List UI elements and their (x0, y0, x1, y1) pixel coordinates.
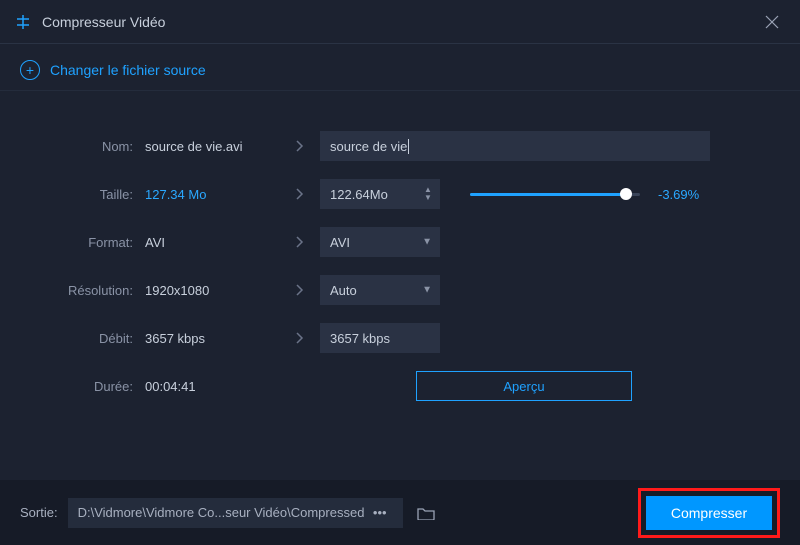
current-name: source de vie.avi (145, 139, 280, 154)
current-duration: 00:04:41 (145, 379, 280, 394)
bitrate-input[interactable]: 3657 kbps (320, 323, 440, 353)
form-area: Nom: source de vie.avi source de vie Tai… (0, 91, 800, 439)
titlebar: Compresseur Vidéo (0, 0, 800, 44)
size-input[interactable]: 122.64Mo ▲ ▼ (320, 179, 440, 209)
size-slider[interactable] (470, 193, 640, 196)
size-percent: -3.69% (658, 187, 699, 202)
current-size: 127.34 Mo (145, 187, 280, 202)
row-name: Nom: source de vie.avi source de vie (50, 131, 750, 161)
row-resolution: Résolution: 1920x1080 Auto ▼ (50, 275, 750, 305)
bottombar: Sortie: D:\Vidmore\Vidmore Co...seur Vid… (0, 480, 800, 545)
row-size: Taille: 127.34 Mo 122.64Mo ▲ ▼ -3.69% (50, 179, 750, 209)
chevron-down-icon: ▼ (422, 237, 432, 248)
current-bitrate: 3657 kbps (145, 331, 280, 346)
chevron-right-icon (280, 236, 320, 248)
preview-button[interactable]: Aperçu (416, 371, 632, 401)
label-name: Nom: (50, 139, 145, 154)
bitrate-input-text: 3657 kbps (330, 331, 390, 346)
output-path-box[interactable]: D:\Vidmore\Vidmore Co...seur Vidéo\Compr… (68, 498, 403, 528)
row-bitrate: Débit: 3657 kbps 3657 kbps (50, 323, 750, 353)
slider-handle[interactable] (620, 188, 632, 200)
size-input-text: 122.64Mo (330, 187, 388, 202)
output-label: Sortie: (20, 505, 58, 520)
close-button[interactable] (758, 8, 786, 36)
current-format: AVI (145, 235, 280, 250)
current-resolution: 1920x1080 (145, 283, 280, 298)
chevron-right-icon (280, 284, 320, 296)
compress-button-label: Compresser (671, 505, 747, 521)
spinner-down-icon[interactable]: ▼ (420, 194, 436, 202)
label-size: Taille: (50, 187, 145, 202)
change-source-label: Changer le fichier source (50, 62, 206, 78)
name-input[interactable]: source de vie (320, 131, 710, 161)
output-path-text: D:\Vidmore\Vidmore Co...seur Vidéo\Compr… (78, 505, 367, 520)
size-spinner[interactable]: ▲ ▼ (420, 181, 436, 207)
chevron-down-icon: ▼ (422, 285, 432, 296)
row-duration: Durée: 00:04:41 Aperçu (50, 371, 750, 401)
label-duration: Durée: (50, 379, 145, 394)
chevron-right-icon (280, 140, 320, 152)
window-title: Compresseur Vidéo (42, 14, 758, 30)
label-resolution: Résolution: (50, 283, 145, 298)
change-source-button[interactable]: + Changer le fichier source (0, 44, 800, 91)
resolution-select[interactable]: Auto ▼ (320, 275, 440, 305)
format-select-text: AVI (330, 235, 350, 250)
compress-highlight: Compresser (638, 488, 780, 538)
plus-circle-icon: + (20, 60, 40, 80)
label-bitrate: Débit: (50, 331, 145, 346)
chevron-right-icon (280, 332, 320, 344)
format-select[interactable]: AVI ▼ (320, 227, 440, 257)
row-format: Format: AVI AVI ▼ (50, 227, 750, 257)
chevron-right-icon (280, 188, 320, 200)
text-cursor (408, 139, 409, 154)
browse-more-button[interactable]: ••• (367, 505, 393, 520)
name-input-text: source de vie (330, 139, 407, 154)
compress-button[interactable]: Compresser (646, 496, 772, 530)
slider-fill (470, 193, 626, 196)
label-format: Format: (50, 235, 145, 250)
preview-button-label: Aperçu (503, 379, 544, 394)
resolution-select-text: Auto (330, 283, 357, 298)
size-slider-wrap: -3.69% (470, 187, 750, 202)
app-icon (14, 13, 32, 31)
open-folder-button[interactable] (415, 502, 437, 524)
